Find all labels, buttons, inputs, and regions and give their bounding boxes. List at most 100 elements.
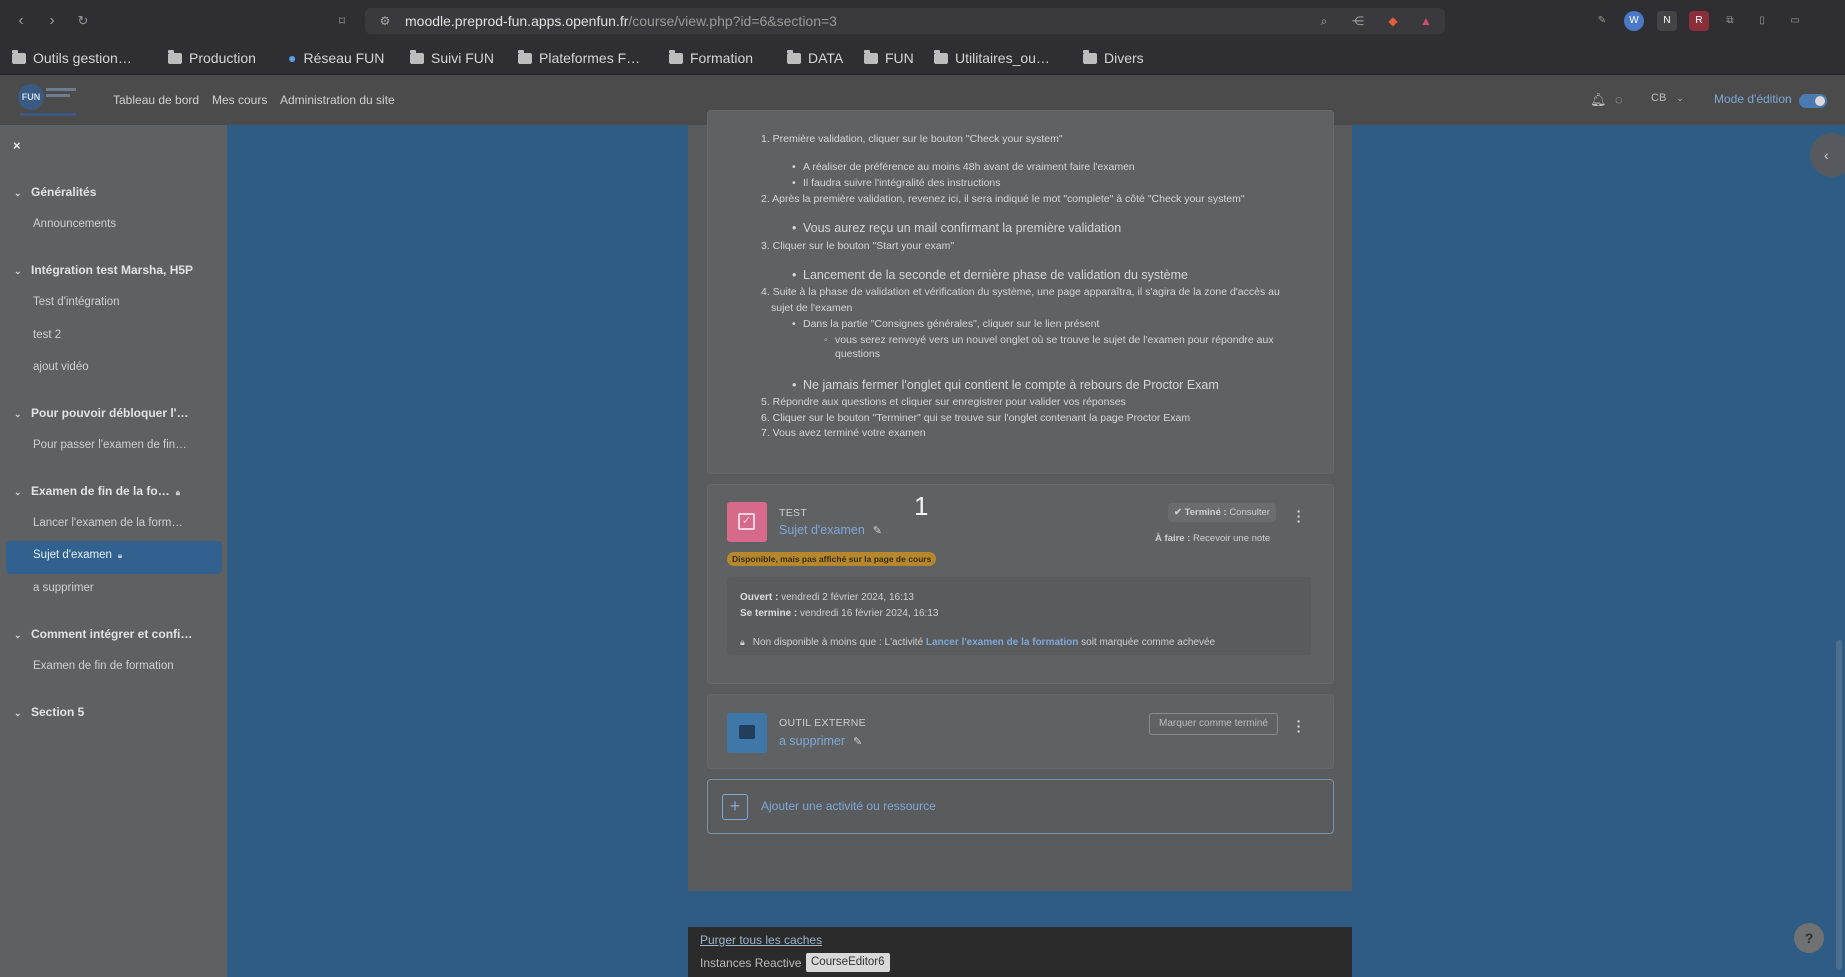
browser-toolbar: ‹ › ↻ ⌑ ⚙ moodle.preprod-fun.apps.openfu… xyxy=(0,0,1845,42)
site-settings-icon[interactable]: ⚙ xyxy=(377,13,393,29)
bookmark-label: Outils gestion… xyxy=(33,50,132,66)
todo-requirement: À faire : Recevoir une note xyxy=(1155,533,1270,544)
sidebar-item-announcements[interactable]: Announcements xyxy=(33,218,116,230)
instruction-bullet: Il faudra suivre l'intégralité des instr… xyxy=(792,177,1001,189)
instruction-step: 6. Cliquer sur le bouton "Terminer" qui … xyxy=(761,412,1191,424)
bookmark-label: DATA xyxy=(808,50,844,66)
nav-my-courses[interactable]: Mes cours xyxy=(212,93,267,107)
scrollbar-thumb[interactable] xyxy=(1836,640,1842,970)
lock-icon: 🔒︎ xyxy=(175,488,180,497)
section-generalites[interactable]: ⌄ Généralités xyxy=(14,185,96,199)
sidebar-item-ajout-video[interactable]: ajout vidéo xyxy=(33,361,89,373)
close-icon[interactable]: × xyxy=(13,138,21,153)
chevron-down-icon[interactable]: ⌄ xyxy=(14,266,22,277)
bookmark-label: Utilitaires_ou… xyxy=(955,50,1050,66)
chat-icon[interactable]: ◌ xyxy=(1615,92,1623,107)
activity-name-link[interactable]: Sujet d'examen ✎ xyxy=(779,523,882,537)
sidebar-item-sujet-examen[interactable]: Sujet d'examen 🔒︎ xyxy=(33,549,122,561)
zoom-icon[interactable]: ⌕ xyxy=(1316,13,1332,29)
bookmark-folder[interactable]: Outils gestion… xyxy=(12,48,132,68)
restriction-link[interactable]: Lancer l'examen de la formation xyxy=(926,637,1078,648)
nav-site-admin[interactable]: Administration du site xyxy=(280,93,395,107)
chevron-down-icon[interactable]: ⌄ xyxy=(14,409,22,420)
section-debloquer[interactable]: ⌄ Pour pouvoir débloquer l'… xyxy=(14,406,189,420)
section-examen-fin[interactable]: ⌄ Examen de fin de la fo… 🔒︎ xyxy=(14,484,180,498)
pencil-icon[interactable]: ✎ xyxy=(853,736,862,748)
brave-shield-icon[interactable]: ◆ xyxy=(1385,13,1401,29)
check-icon: ✔ xyxy=(1174,507,1182,518)
sidebar-toggle-icon[interactable]: ▯ xyxy=(1752,11,1772,31)
folder-icon xyxy=(168,50,182,64)
reload-icon[interactable]: ↻ xyxy=(73,11,93,31)
instruction-bullet: Ne jamais fermer l'onglet qui contient l… xyxy=(792,378,1219,392)
chevron-down-icon[interactable]: ⌄ xyxy=(14,630,22,641)
instruction-step: 3. Cliquer sur le bouton "Start your exa… xyxy=(761,240,955,252)
open-date-label: Ouvert : xyxy=(740,592,779,603)
sidebar-item-test-integration[interactable]: Test d'intégration xyxy=(33,296,120,308)
wallet-icon[interactable]: ▭ xyxy=(1785,11,1805,31)
annotation-marker: 1 xyxy=(914,491,929,521)
bookmark-folder[interactable]: Suivi FUN xyxy=(410,48,494,68)
bell-icon[interactable]: 🔔︎ xyxy=(1590,92,1607,108)
chevron-down-icon[interactable]: ⌄ xyxy=(14,708,22,719)
bookmark-folder[interactable]: Formation xyxy=(669,48,753,68)
chevron-down-icon[interactable]: ⌄ xyxy=(14,188,22,199)
lock-icon: 🔒︎ xyxy=(740,637,745,647)
bookmark-folder[interactable]: Production xyxy=(168,48,256,68)
mark-done-button[interactable]: Marquer comme terminé xyxy=(1149,713,1278,735)
sidebar-item-test-2[interactable]: test 2 xyxy=(33,329,61,341)
purge-caches-link[interactable]: Purger tous les caches xyxy=(700,933,822,947)
bookmark-folder[interactable]: FUN xyxy=(864,48,914,68)
help-button[interactable]: ? xyxy=(1794,923,1824,953)
address-bar[interactable]: ⚙ moodle.preprod-fun.apps.openfun.fr/cou… xyxy=(365,8,1445,34)
notion-icon[interactable]: N xyxy=(1657,11,1677,31)
extensions-icon[interactable]: ⧉ xyxy=(1720,11,1740,31)
external-tool-icon xyxy=(727,713,767,753)
folder-icon xyxy=(518,50,532,64)
sidebar-item-lancer-examen[interactable]: Lancer l'examen de la form… xyxy=(33,517,183,529)
pen-icon[interactable]: ✎ xyxy=(1592,11,1612,31)
share-icon[interactable]: ⋲ xyxy=(1350,13,1366,29)
bookmark-icon[interactable]: ⌑ xyxy=(332,11,352,31)
extension-red-icon[interactable]: R xyxy=(1689,11,1709,31)
more-actions-icon[interactable]: · · · xyxy=(1296,504,1302,528)
pencil-icon[interactable]: ✎ xyxy=(873,525,882,537)
edit-mode-toggle[interactable] xyxy=(1799,94,1827,108)
instruction-step: 7. Vous avez terminé votre examen xyxy=(761,427,926,439)
reactive-instance-tag[interactable]: CourseEditor6 xyxy=(806,953,890,972)
user-menu[interactable]: CB ⌄ xyxy=(1651,92,1684,104)
section-title: Comment intégrer et confi… xyxy=(31,627,193,641)
open-date: Ouvert : vendredi 2 février 2024, 16:13 xyxy=(740,592,914,603)
add-activity-label: Ajouter une activité ou ressource xyxy=(761,799,936,813)
bookmark-folder[interactable]: DATA xyxy=(787,48,843,68)
reactive-instances-label: Instances Reactive xyxy=(700,956,802,970)
bookmark-label: FUN xyxy=(885,50,914,66)
sidebar-item-a-supprimer[interactable]: a supprimer xyxy=(33,582,94,594)
brave-rewards-icon[interactable]: ▲ xyxy=(1418,13,1434,29)
sidebar-item-passer-examen[interactable]: Pour passer l'examen de fin… xyxy=(33,439,187,451)
activity-name: Sujet d'examen xyxy=(779,523,865,537)
forward-icon[interactable]: › xyxy=(42,11,62,31)
nav-dashboard[interactable]: Tableau de bord xyxy=(113,93,199,107)
chevron-down-icon[interactable]: ⌄ xyxy=(14,487,22,498)
back-icon[interactable]: ‹ xyxy=(11,11,31,31)
url-text[interactable]: moodle.preprod-fun.apps.openfun.fr/cours… xyxy=(405,13,837,29)
sidebar-item-examen-fin-formation[interactable]: Examen de fin de formation xyxy=(33,660,174,672)
section-integration[interactable]: ⌄ Intégration test Marsha, H5P xyxy=(14,263,193,277)
completion-badge[interactable]: ✔ Terminé : Consulter xyxy=(1168,503,1276,522)
extension-icon[interactable]: W xyxy=(1624,11,1644,31)
bookmark-folder[interactable]: Utilitaires_ou… xyxy=(934,48,1050,68)
section-comment-integrer[interactable]: ⌄ Comment intégrer et confi… xyxy=(14,627,192,641)
logo-mark: FUN xyxy=(18,84,44,110)
bookmark-folder[interactable]: Divers xyxy=(1083,48,1144,68)
add-activity-button[interactable]: + Ajouter une activité ou ressource xyxy=(707,779,1334,834)
bookmark-folder[interactable]: Plateformes F… xyxy=(518,48,640,68)
activity-name-link[interactable]: a supprimer ✎ xyxy=(779,734,862,748)
bookmark-link[interactable]: ● Réseau FUN xyxy=(288,48,384,68)
page-footer: Purger tous les caches Instances Reactiv… xyxy=(688,927,1352,977)
todo-label: À faire : xyxy=(1155,533,1191,544)
visibility-badge: Disponible, mais pas affiché sur la page… xyxy=(727,552,937,566)
more-actions-icon[interactable]: · · · xyxy=(1296,714,1302,738)
site-logo[interactable]: FUN xyxy=(18,82,78,118)
section-5[interactable]: ⌄ Section 5 xyxy=(14,705,84,719)
